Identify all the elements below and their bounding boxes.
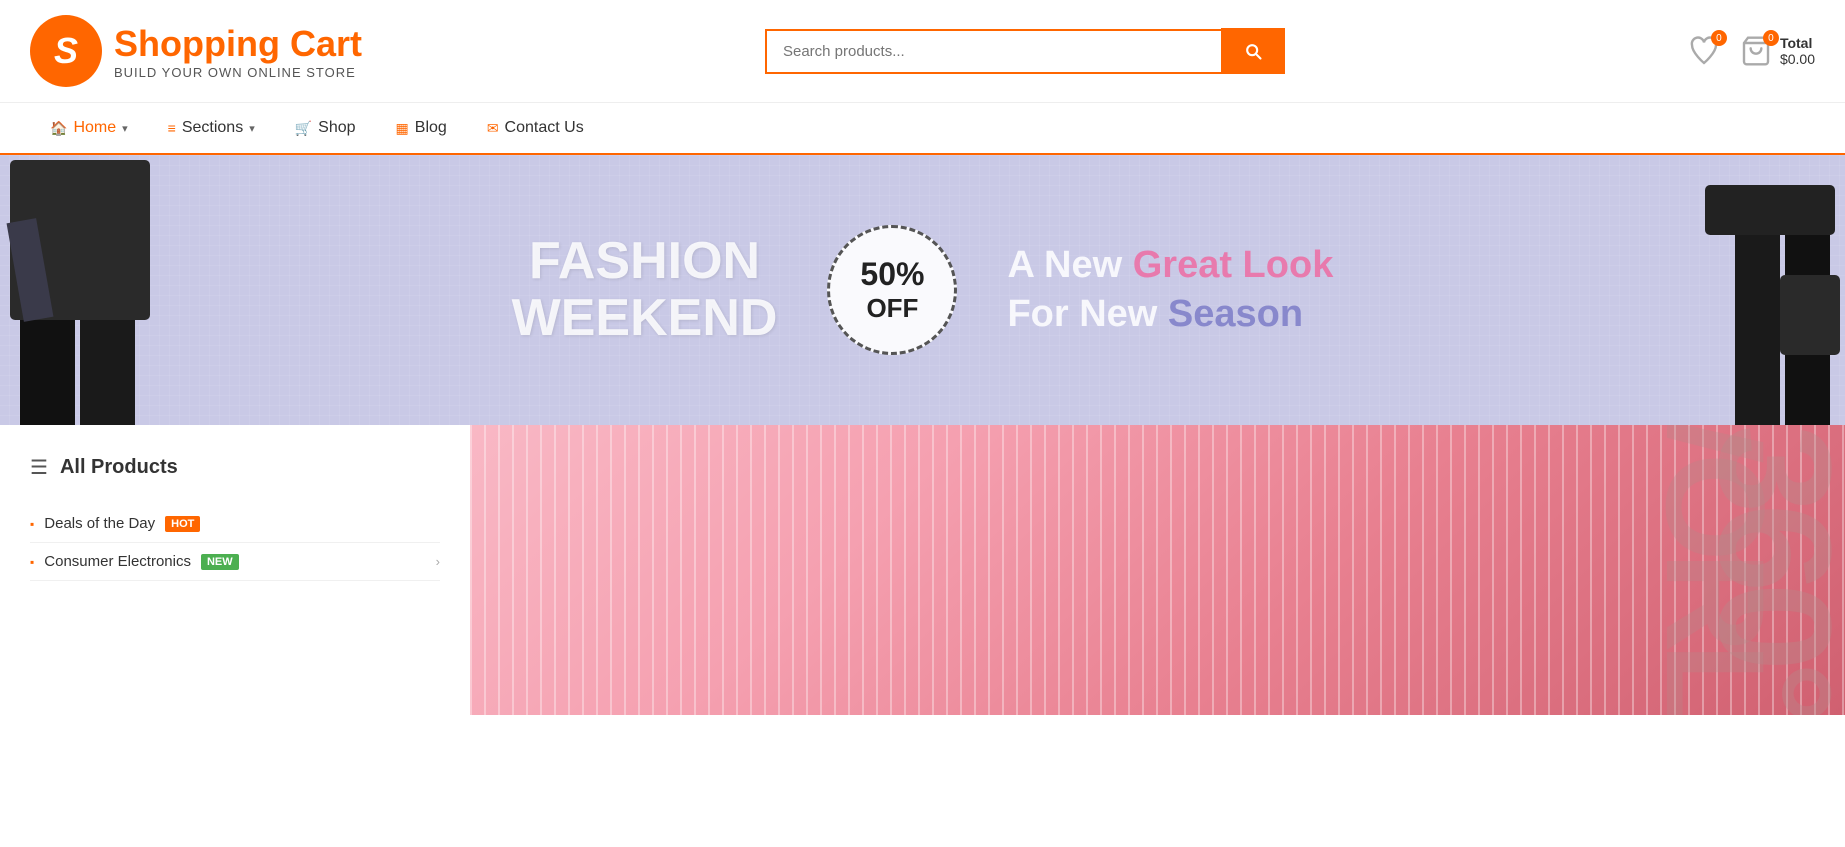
sidebar-list: Deals of the Day HOT Consumer Electronic… — [30, 505, 440, 581]
search-input[interactable] — [765, 29, 1221, 74]
sidebar-item-label-electronics: Consumer Electronics — [44, 553, 191, 570]
nav-item-shop[interactable]: 🛒 Shop — [275, 103, 376, 155]
nav-label-contact: Contact Us — [505, 119, 584, 137]
banner-content: FASHION WEEKEND 50% OFF A New Great Look… — [0, 225, 1845, 355]
sidebar-item-deals[interactable]: Deals of the Day HOT — [30, 505, 440, 543]
navigation: 🏠 Home ▾ ≡ Sections ▾ 🛒 Shop ▦ Blog ✉ Co… — [0, 103, 1845, 155]
discount-circle: 50% OFF — [827, 225, 957, 355]
nav-label-home: Home — [73, 119, 116, 137]
cart-total: Total $0.00 — [1780, 35, 1815, 67]
logo-text-area: Shopping Cart BUILD YOUR OWN ONLINE STOR… — [114, 23, 362, 80]
logo-icon: S — [30, 15, 102, 87]
right-model — [1670, 160, 1845, 425]
nav-item-contact[interactable]: ✉ Contact Us — [467, 103, 604, 155]
shop-cart-icon: 🛒 — [295, 120, 312, 137]
logo-subtitle: BUILD YOUR OWN ONLINE STORE — [114, 65, 362, 80]
cart-area[interactable]: 0 Total $0.00 — [1740, 35, 1815, 67]
nav-label-sections: Sections — [182, 119, 243, 137]
tagline-text: A New Great Look For New Season — [1007, 241, 1333, 340]
tagline-for-new: For New — [1007, 293, 1157, 335]
all-products-header: ☰ All Products — [30, 455, 440, 480]
promo-image: 360° WORLD — [470, 425, 1845, 715]
logo-letter-s: S — [54, 30, 78, 72]
header-icons: 0 0 Total $0.00 — [1688, 35, 1815, 67]
blog-icon: ▦ — [396, 120, 409, 137]
header: S Shopping Cart BUILD YOUR OWN ONLINE ST… — [0, 0, 1845, 103]
all-products-title: All Products — [60, 456, 178, 479]
home-icon: 🏠 — [50, 120, 67, 137]
sidebar-item-electronics[interactable]: Consumer Electronics NEW › — [30, 543, 440, 581]
wishlist-badge: 0 — [1711, 30, 1727, 46]
tagline-season: Season — [1168, 293, 1303, 335]
cart-total-value: $0.00 — [1780, 51, 1815, 67]
chevron-right-icon: › — [436, 554, 440, 569]
nav-list: 🏠 Home ▾ ≡ Sections ▾ 🛒 Shop ▦ Blog ✉ Co… — [30, 103, 1815, 153]
chevron-down-icon-2: ▾ — [249, 122, 255, 135]
fashion-line1: FASHION — [512, 233, 778, 290]
main-content: 360° WORLD — [470, 425, 1845, 715]
nav-item-blog[interactable]: ▦ Blog — [376, 103, 467, 155]
wishlist-button[interactable]: 0 — [1688, 35, 1720, 67]
nav-label-shop: Shop — [318, 119, 355, 137]
tagline-a-new: A New — [1007, 244, 1122, 286]
nav-item-sections[interactable]: ≡ Sections ▾ — [148, 103, 275, 155]
cart-total-label: Total — [1780, 35, 1812, 51]
logo-title: Shopping Cart — [114, 23, 362, 65]
discount-percent: 50% — [860, 256, 924, 293]
nav-label-blog: Blog — [415, 119, 447, 137]
sidebar: ☰ All Products Deals of the Day HOT Cons… — [0, 425, 470, 715]
hero-banner: FASHION WEEKEND 50% OFF A New Great Look… — [0, 155, 1845, 425]
bg-text-world: WORLD — [1645, 425, 1785, 715]
grid-icon: ≡ — [168, 120, 176, 136]
left-model — [0, 160, 165, 425]
search-button[interactable] — [1221, 28, 1285, 74]
new-tag: NEW — [201, 554, 239, 570]
hot-tag: HOT — [165, 516, 200, 532]
mail-icon: ✉ — [487, 120, 499, 137]
nav-item-home[interactable]: 🏠 Home ▾ — [30, 103, 148, 155]
sidebar-item-label: Deals of the Day — [44, 515, 155, 532]
cart-badge: 0 — [1763, 30, 1779, 46]
chevron-down-icon: ▾ — [122, 122, 128, 135]
cart-icon-button[interactable]: 0 — [1740, 35, 1772, 67]
fashion-text: FASHION WEEKEND — [512, 233, 778, 347]
logo-area: S Shopping Cart BUILD YOUR OWN ONLINE ST… — [30, 15, 362, 87]
discount-off: OFF — [866, 293, 918, 324]
body-section: ☰ All Products Deals of the Day HOT Cons… — [0, 425, 1845, 715]
hamburger-icon: ☰ — [30, 455, 48, 480]
tagline-great-look: Great Look — [1133, 244, 1334, 286]
search-area — [765, 28, 1285, 74]
fashion-line2: WEEKEND — [512, 290, 778, 347]
search-icon — [1243, 41, 1263, 61]
promo-banner: 360° WORLD — [470, 425, 1845, 715]
